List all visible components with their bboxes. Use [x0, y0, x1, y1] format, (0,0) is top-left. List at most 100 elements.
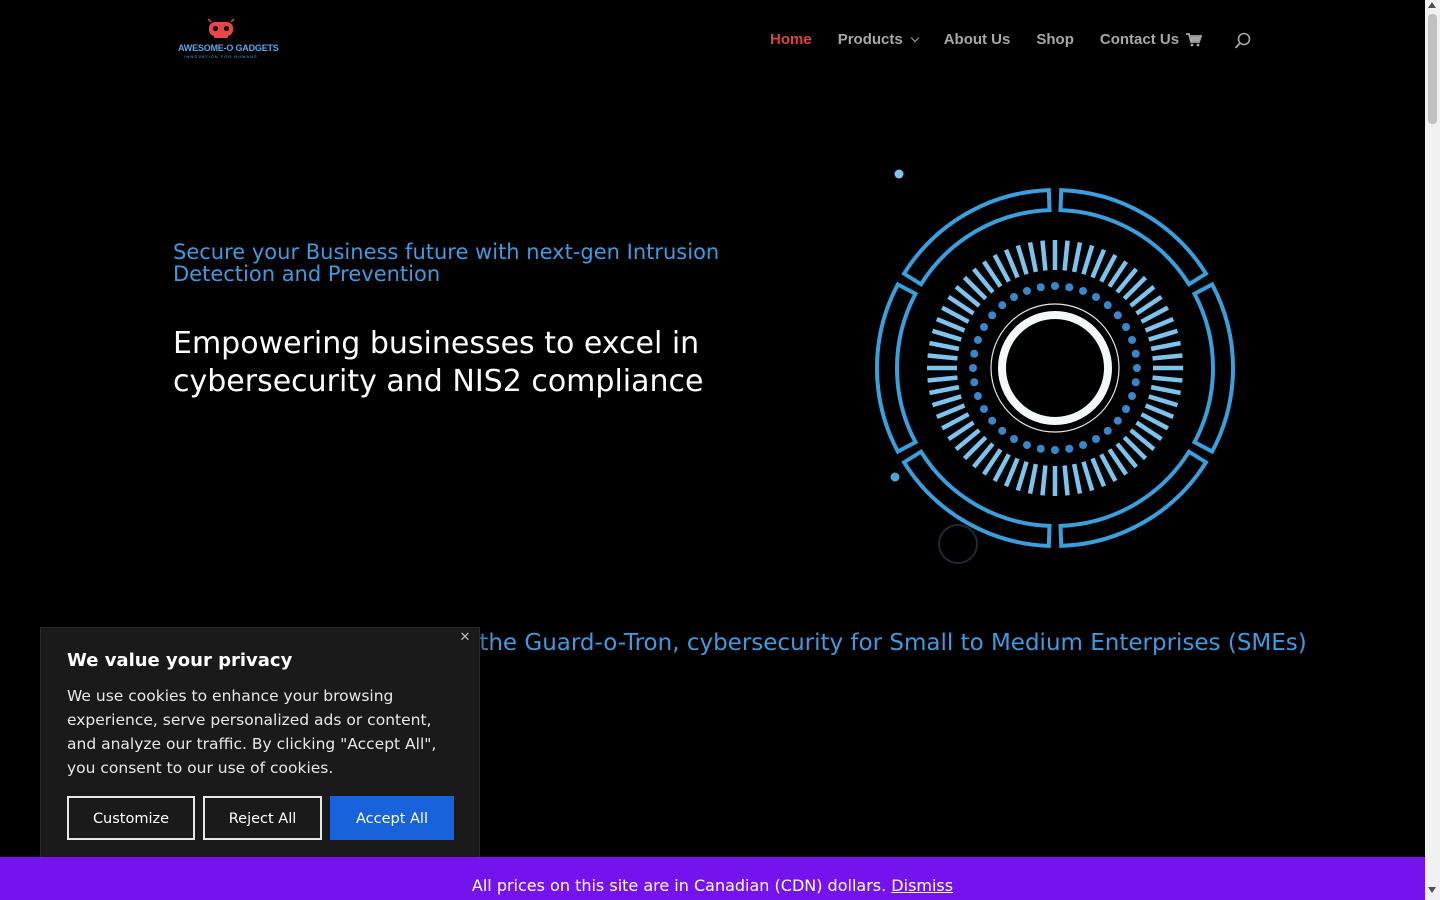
hud-dot-ring-dot — [988, 311, 997, 320]
hud-tick — [927, 353, 958, 361]
nav-products[interactable]: Products — [838, 31, 903, 48]
hud-tick — [1148, 394, 1179, 408]
hud-ring-small — [938, 524, 978, 564]
hud-dot-ring-dot — [988, 416, 997, 425]
logo-wordmark: AWESOME-O GADGETS — [178, 43, 279, 53]
nav-shop[interactable]: Shop — [1036, 31, 1074, 48]
hud-tick — [1015, 244, 1029, 275]
hud-tick — [1062, 465, 1070, 496]
hud-tick — [1090, 457, 1107, 488]
hud-tick — [927, 375, 958, 383]
reject-all-button[interactable]: Reject All — [203, 796, 322, 840]
hud-dot-ring-dot — [973, 392, 982, 401]
hud-dot-ring-dot — [970, 349, 979, 358]
nav-contact-us[interactable]: Contact Us — [1100, 31, 1179, 48]
hud-tick — [1027, 463, 1039, 494]
logo-tagline: INNOVATION FOR HUMANS — [184, 54, 258, 59]
hud-thin-ring — [990, 303, 1120, 433]
hud-dot-ring-dot — [1113, 416, 1122, 425]
hud-tick — [1081, 461, 1095, 492]
hud-dot-ring-dot — [1128, 392, 1137, 401]
hud-tick — [1144, 316, 1175, 333]
hud-dot-ring-dot — [1022, 286, 1031, 295]
hud-core-ring — [998, 311, 1112, 425]
hud-dot-ring-dot — [1079, 286, 1088, 295]
hud-tick — [935, 403, 966, 420]
hud-tick — [1071, 463, 1083, 494]
hud-tick — [1081, 244, 1095, 275]
hud-dot-ring-dot — [970, 378, 979, 387]
hud-dot-ring-dot — [1010, 292, 1018, 301]
hud-dot-ring-dot — [1036, 283, 1045, 292]
hud-dot — [894, 169, 904, 179]
site-logo[interactable]: AWESOME-O GADGETS INNOVATION FOR HUMANS — [178, 18, 279, 62]
hud-tick — [1003, 248, 1020, 279]
hud-dot-ring-dot — [1103, 426, 1112, 435]
nav-home[interactable]: Home — [770, 31, 812, 48]
nav-about-us[interactable]: About Us — [944, 31, 1011, 48]
hud-tick — [1040, 465, 1048, 496]
hud-dot-ring-dot — [1131, 378, 1140, 387]
search-icon[interactable] — [1234, 32, 1252, 50]
hud-dot-ring-dot — [1122, 405, 1131, 413]
hud-dot-ring-dot — [1092, 435, 1100, 444]
hud-dot-ring-dot — [1010, 435, 1018, 444]
hud-tick — [1152, 353, 1183, 361]
page-scrollbar[interactable] — [1425, 0, 1440, 900]
hud-dot-ring-dot — [1113, 311, 1122, 320]
hud-tick — [931, 394, 962, 408]
cookie-body-text: We use cookies to enhance your browsing … — [67, 687, 437, 777]
customize-button[interactable]: Customize — [67, 796, 195, 840]
hud-tick — [931, 328, 962, 342]
hud-dot-ring-dot — [1122, 323, 1131, 331]
hud-tick — [1148, 328, 1179, 342]
hud-dot-ring-dot — [998, 301, 1007, 310]
hud-dot-ring-dot — [1131, 349, 1140, 358]
hud-tick — [1152, 375, 1183, 383]
accept-all-button[interactable]: Accept All — [330, 796, 454, 840]
hud-tick-ring — [927, 240, 1183, 496]
hud-dot-ring-dot — [1065, 444, 1074, 453]
hud-tick — [1071, 242, 1083, 273]
scroll-up-arrow-icon[interactable] — [1428, 2, 1436, 8]
hud-dot-ring-dot — [1133, 364, 1141, 372]
hud-outer-segment — [875, 281, 919, 455]
cart-icon[interactable] — [1186, 33, 1202, 47]
hud-dot-ring-dot — [1065, 283, 1074, 292]
cookie-consent-panel: ✕ We value your privacy We use cookies t… — [40, 627, 480, 860]
hero-kicker: Secure your Business future with next-ge… — [173, 240, 720, 286]
hud-tick — [1015, 461, 1029, 492]
hud-outer-segment — [1191, 281, 1235, 455]
site-header: AWESOME-O GADGETS INNOVATION FOR HUMANS … — [0, 0, 1425, 80]
notice-text: All prices on this site are in Canadian … — [471, 876, 887, 895]
scroll-down-arrow-icon[interactable] — [1428, 887, 1436, 893]
hud-tick — [1062, 240, 1070, 271]
hud-tick — [935, 316, 966, 333]
hud-tick — [929, 384, 960, 396]
scroll-thumb[interactable] — [1428, 14, 1437, 124]
hud-tick — [929, 340, 960, 352]
dismiss-link[interactable]: Dismiss — [891, 876, 953, 895]
hud-dot-ring-dot — [979, 323, 988, 331]
chevron-down-icon[interactable] — [910, 33, 919, 43]
hud-dot-ring-dot — [969, 364, 977, 372]
hud-dot-ring-dot — [973, 335, 982, 344]
hud-tick — [1003, 457, 1020, 488]
hero-headline: Empowering businesses to excel in cybers… — [173, 326, 704, 399]
hud-dot-ring-dot — [1022, 441, 1031, 450]
hud-dot-ring-dot — [1128, 335, 1137, 344]
hud-dot-ring-dot — [1103, 301, 1112, 310]
hud-tick — [1144, 403, 1175, 420]
cookie-title: We value your privacy — [67, 650, 293, 671]
main-nav: Home Products About Us Shop Contact Us — [770, 31, 1205, 48]
close-icon[interactable]: ✕ — [457, 630, 473, 646]
cyber-hud-illustration — [875, 169, 1235, 564]
hud-dot-ring-dot — [998, 426, 1007, 435]
currency-notice-bar: All prices on this site are in Canadian … — [0, 857, 1425, 900]
hud-dot — [890, 472, 900, 482]
hud-dot-ring-dot — [1051, 282, 1059, 290]
hud-dot-ring-dot — [1051, 446, 1059, 454]
hud-dot-ring-dot — [1079, 441, 1088, 450]
hud-tick — [1090, 248, 1107, 279]
hud-dot-ring-dot — [1036, 444, 1045, 453]
